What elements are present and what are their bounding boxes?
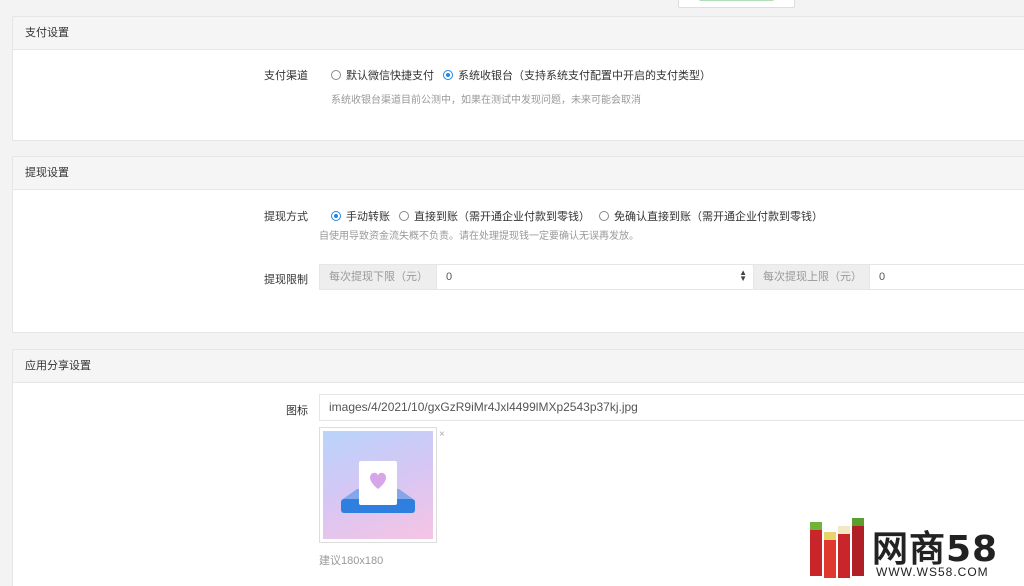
top-button-partial[interactable] [678, 0, 795, 8]
heart-card-icon [341, 461, 415, 513]
panel-title: 支付设置 [13, 17, 1024, 50]
remove-icon[interactable]: × [439, 429, 445, 440]
icon-preview-image [323, 431, 433, 539]
max-limit-addon: 每次提现上限（元） [753, 265, 869, 289]
payment-help-text: 系统收银台渠道目前公测中，如果在测试中发现问题，未来可能会取消 [331, 95, 641, 106]
radio-system-cashier[interactable]: 系统收银台（支持系统支付配置中开启的支付类型） [443, 67, 711, 83]
icon-path-input[interactable]: images/4/2021/10/gxGzR9iMr4Jxl4499lMXp25… [319, 394, 1024, 421]
ws58-url-text: WWW.WS58.COM [876, 565, 989, 579]
panel-title: 应用分享设置 [13, 350, 1024, 383]
max-limit-value: 0 [879, 271, 886, 283]
radio-dot [599, 211, 609, 221]
icon-thumbnail[interactable] [319, 427, 437, 543]
withdraw-method-label: 提现方式 [264, 211, 308, 223]
top-button-indicator [699, 0, 774, 1]
radio-dot [443, 70, 453, 80]
payment-channel-label: 支付渠道 [264, 70, 308, 82]
radio-default-wechat[interactable]: 默认微信快捷支付 [331, 67, 434, 83]
radio-direct-transfer[interactable]: 直接到账（需开通企业付款到零钱） [399, 208, 590, 224]
panel-title: 提现设置 [13, 157, 1024, 190]
icon-size-hint: 建议180x180 [319, 555, 384, 567]
number-spinner-icon[interactable]: ▲ ▼ [739, 269, 747, 283]
max-limit-input[interactable]: 0 [869, 265, 1024, 289]
ws58-cube-logo-icon [810, 518, 864, 578]
withdraw-limit-label: 提现限制 [264, 274, 308, 286]
radio-dot [331, 211, 341, 221]
withdraw-limit-group: 每次提现下限（元） 0 ▲ ▼ 每次提现上限（元） 0 [319, 264, 1024, 290]
radio-dot [331, 70, 341, 80]
ws58-watermark: 网商58 WWW.WS58.COM [808, 518, 1008, 580]
min-limit-input[interactable]: 0 ▲ ▼ [436, 265, 753, 289]
radio-dot [399, 211, 409, 221]
icon-label: 图标 [286, 405, 308, 417]
radio-manual-transfer[interactable]: 手动转账 [331, 208, 390, 224]
min-limit-value: 0 [446, 271, 453, 283]
radio-no-confirm-transfer[interactable]: 免确认直接到账（需开通企业付款到零钱） [599, 208, 823, 224]
min-limit-addon: 每次提现下限（元） [320, 265, 436, 289]
withdraw-help-text: 自使用导致资金流失概不负责。请在处理提现钱一定要确认无误再发放。 [319, 231, 639, 242]
withdraw-settings-panel: 提现设置 [12, 156, 1024, 333]
